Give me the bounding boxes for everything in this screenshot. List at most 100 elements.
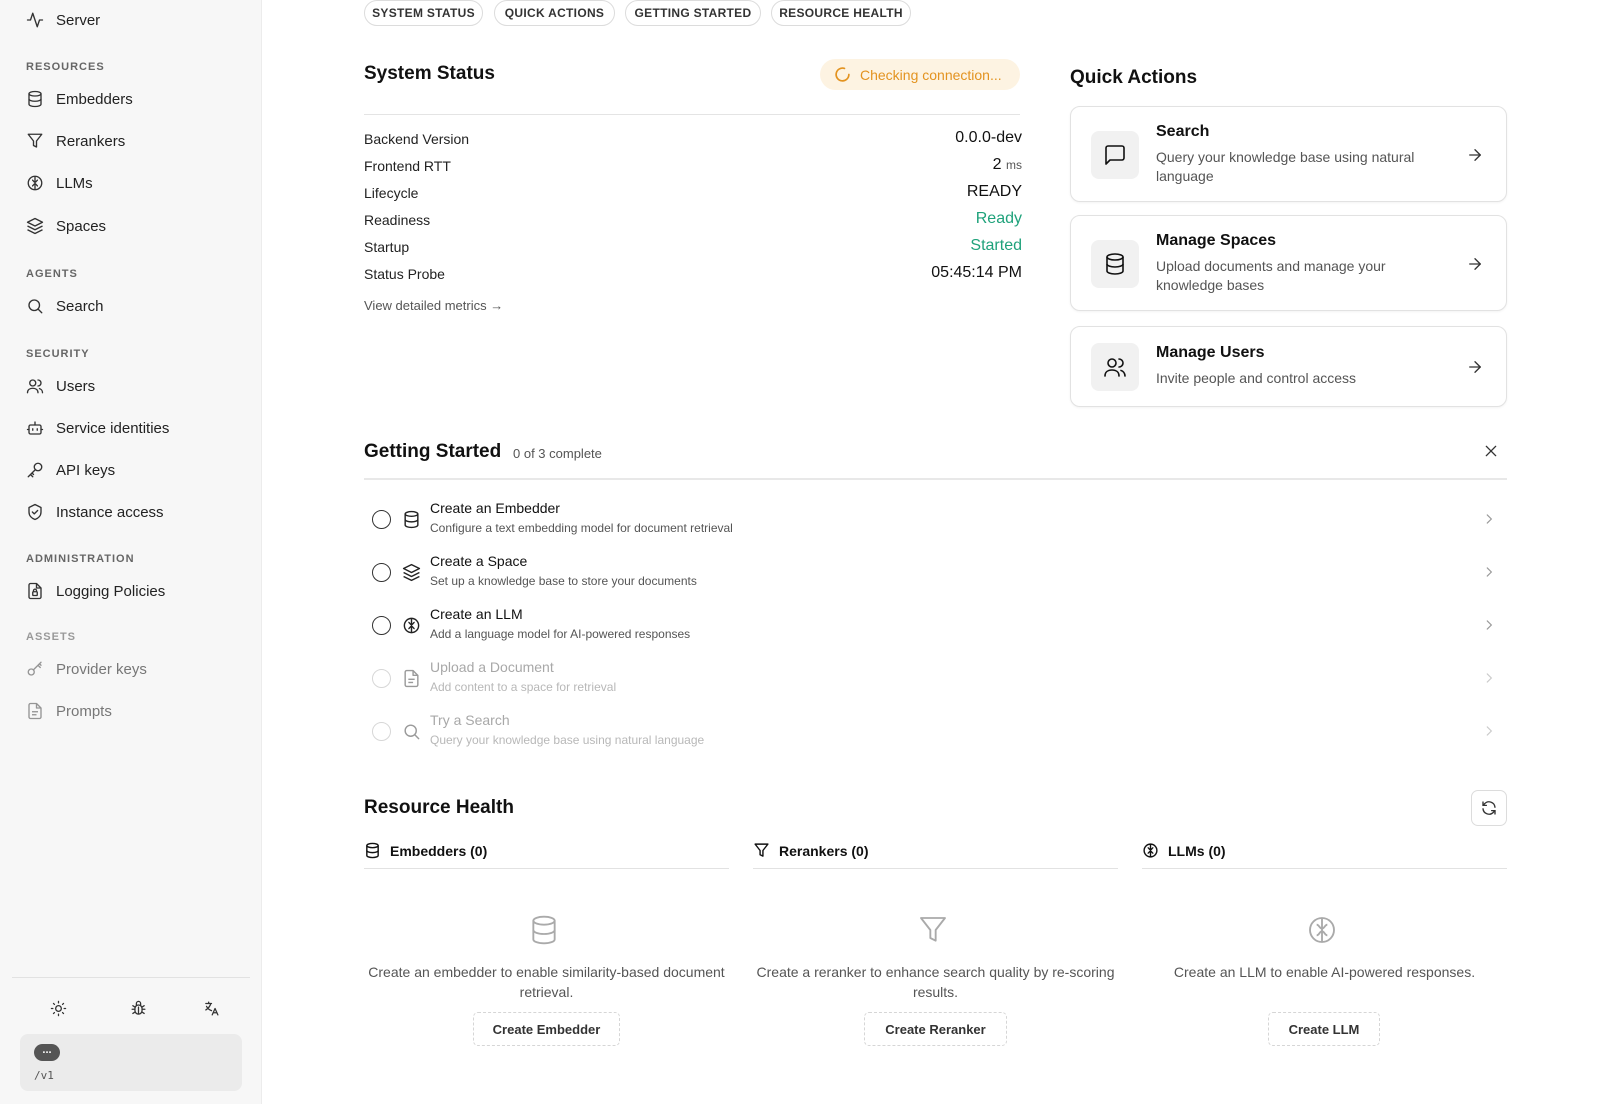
chevron-right-icon (1486, 514, 1493, 524)
chip-resource-health[interactable]: RESOURCE HEALTH (771, 0, 911, 26)
close-icon[interactable] (1483, 443, 1499, 459)
rh-divider (1142, 868, 1507, 869)
sidebar-item-instance-access[interactable]: Instance access (26, 497, 246, 527)
sidebar-item-llms[interactable]: LLMs (26, 168, 246, 198)
server-info-card[interactable]: ... /v1 (20, 1034, 242, 1091)
rh-head-label: Embedders (0) (390, 842, 488, 859)
layers-icon (402, 563, 421, 582)
refresh-button[interactable] (1471, 790, 1507, 826)
chevron-right-icon (1486, 620, 1493, 630)
status-probe-value: 05:45:14 PM (931, 264, 1022, 281)
sidebar-item-search[interactable]: Search (26, 291, 246, 321)
backend-version-label: Backend Version (364, 131, 470, 147)
bug-icon (130, 1000, 146, 1015)
backend-version-value: 0.0.0-dev (955, 129, 1022, 146)
layers-icon (26, 217, 44, 235)
gs-step-checkbox[interactable] (372, 722, 391, 741)
lifecycle-value: READY (966, 183, 1022, 200)
rh-empty-text: Create a reranker to enhance search qual… (756, 964, 1115, 1000)
qa-title: Manage Users (1156, 344, 1265, 361)
arrow-right-icon (1469, 149, 1481, 161)
quick-action-search[interactable]: Search Query your knowledge base using n… (1070, 106, 1507, 202)
brain-icon (1309, 917, 1335, 943)
system-status-divider (364, 114, 1020, 115)
frontend-rtt-value: 2 ms (993, 156, 1022, 174)
quick-action-manage-spaces[interactable]: Manage Spaces Upload documents and manag… (1070, 215, 1507, 311)
sidebar-item-server[interactable]: Server (26, 5, 246, 35)
gs-step-checkbox[interactable] (372, 616, 391, 635)
resource-health-rerankers: Rerankers (0) Create a reranker to enhan… (753, 842, 1118, 1046)
gs-step-create-embedder[interactable]: Create an Embedder Configure a text embe… (364, 500, 1504, 546)
filter-icon (27, 133, 43, 148)
arrow-right-icon (1469, 258, 1481, 270)
resource-health-llms: LLMs (0) Create an LLM to enable AI-powe… (1142, 842, 1507, 1046)
quick-action-manage-users[interactable]: Manage Users Invite people and control a… (1070, 326, 1507, 407)
database-icon (1106, 253, 1124, 275)
rh-head: Embedders (0) (364, 842, 487, 859)
search-icon (28, 299, 43, 314)
sidebar-item-label: Search (56, 297, 104, 315)
sidebar-item-service-identities[interactable]: Service identities (26, 413, 246, 443)
getting-started-divider (364, 478, 1507, 480)
gs-step-checkbox[interactable] (372, 510, 391, 529)
resource-health-title: Resource Health (364, 797, 514, 818)
sidebar-item-embedders[interactable]: Embedders (26, 84, 246, 114)
create-llm-button[interactable]: Create LLM (1268, 1012, 1380, 1046)
sidebar-item-label: Spaces (56, 217, 107, 235)
sidebar-item-rerankers[interactable]: Rerankers (26, 126, 246, 156)
language-button[interactable] (198, 995, 224, 1021)
gs-step-title: Create a Space (430, 553, 528, 569)
gs-step-desc: Add content to a space for retrieval (430, 680, 617, 694)
chip-quick-actions[interactable]: QUICK ACTIONS (494, 0, 615, 26)
status-badge-text: Checking connection... (860, 66, 1002, 83)
users-icon (1104, 358, 1126, 377)
rh-empty-text: Create an LLM to enable AI-powered respo… (1173, 964, 1476, 980)
sidebar-item-logging-policies[interactable]: Logging Policies (26, 576, 246, 606)
sidebar-item-label: Users (56, 377, 96, 395)
gs-step-create-space[interactable]: Create a Space Set up a knowledge base t… (364, 553, 1504, 599)
server-status-pill: ... (34, 1044, 60, 1061)
sidebar-item-label: Rerankers (56, 132, 126, 150)
rh-head-label: LLMs (0) (1168, 842, 1226, 859)
gs-step-title: Create an Embedder (430, 500, 560, 516)
sidebar: Server RESOURCES Embedders Rerankers LLM… (0, 0, 262, 1104)
sidebar-item-api-keys[interactable]: API keys (26, 455, 246, 485)
create-embedder-button[interactable]: Create Embedder (473, 1012, 620, 1046)
gs-step-checkbox[interactable] (372, 669, 391, 688)
filter-icon (920, 917, 946, 942)
qa-desc: Upload documents and manage your knowled… (1156, 258, 1386, 293)
key-icon (27, 462, 43, 478)
rh-divider (753, 868, 1118, 869)
gs-step-create-llm[interactable]: Create an LLM Add a language model for A… (364, 606, 1504, 652)
rh-empty-text: Create an embedder to enable similarity-… (368, 964, 725, 1000)
gs-step-upload-document[interactable]: Upload a Document Add content to a space… (364, 659, 1504, 705)
shield-check-icon (28, 503, 42, 521)
brain-icon (1143, 843, 1158, 858)
gs-step-desc: Set up a knowledge base to store your do… (430, 574, 697, 588)
debug-button[interactable] (125, 995, 151, 1021)
brain-icon (27, 175, 43, 191)
refresh-icon (1482, 801, 1496, 815)
lifecycle-label: Lifecycle (364, 185, 419, 201)
sidebar-item-prompts[interactable]: Prompts (26, 696, 246, 726)
gs-step-title: Upload a Document (430, 659, 554, 675)
theme-toggle-button[interactable] (45, 995, 71, 1021)
gs-step-checkbox[interactable] (372, 563, 391, 582)
chevron-right-icon (1486, 673, 1493, 683)
sidebar-item-users[interactable]: Users (26, 371, 246, 401)
sidebar-item-spaces[interactable]: Spaces (26, 211, 246, 241)
create-reranker-button[interactable]: Create Reranker (864, 1012, 1007, 1046)
sidebar-item-provider-keys[interactable]: Provider keys (26, 654, 246, 684)
database-icon (366, 842, 379, 859)
view-metrics-link[interactable]: View detailed metrics → (364, 298, 503, 313)
chip-getting-started[interactable]: GETTING STARTED (625, 0, 761, 26)
sidebar-item-label: Server (56, 11, 101, 29)
chip-system-status[interactable]: SYSTEM STATUS (364, 0, 483, 26)
gs-step-try-search[interactable]: Try a Search Query your knowledge base u… (364, 712, 1504, 758)
readiness-value: Ready (975, 210, 1022, 227)
qa-icon-box (1091, 343, 1139, 391)
qa-title: Manage Spaces (1156, 232, 1277, 249)
rh-head: Rerankers (0) (753, 842, 869, 859)
section-label-resources: RESOURCES (26, 61, 105, 73)
qa-desc: Invite people and control access (1156, 370, 1357, 386)
